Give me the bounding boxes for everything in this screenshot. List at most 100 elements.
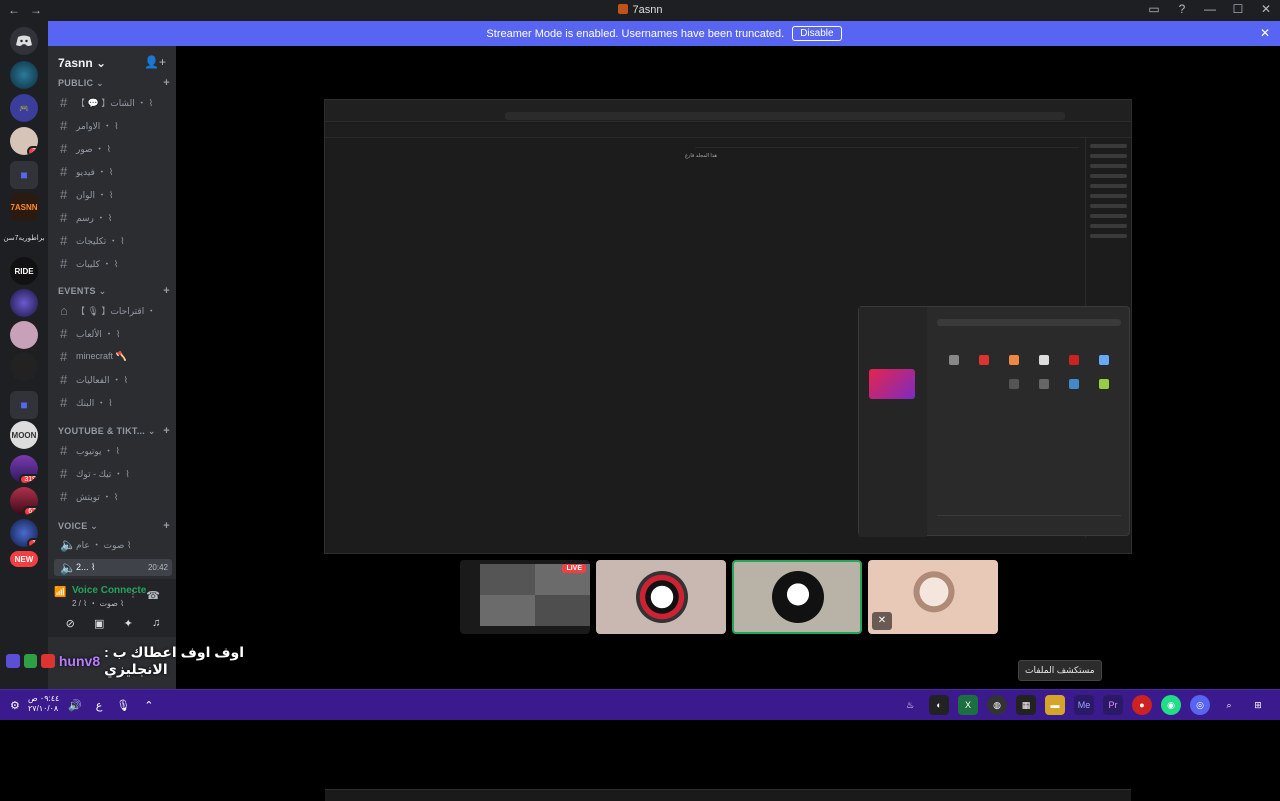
server-icon[interactable] (10, 289, 38, 317)
camera-off-icon[interactable]: ⊘ (66, 617, 75, 630)
new-badge[interactable]: NEW (10, 551, 38, 567)
help-icon[interactable]: ? (1174, 2, 1190, 16)
steam-icon[interactable]: ♨ (900, 695, 920, 715)
app-icon (1099, 355, 1109, 365)
discord-home-icon[interactable] (10, 27, 38, 55)
folder-icon[interactable]: ■ (10, 391, 38, 419)
speaker-icon: 🔈 (60, 559, 77, 575)
plus-icon[interactable]: + (163, 285, 170, 297)
channel-item[interactable]: # الاوامر ・ ⌇ (60, 117, 172, 134)
app-icon (949, 355, 959, 365)
maximize-button[interactable]: ☐ (1230, 2, 1246, 16)
category-public[interactable]: PUBLIC ⌄ + (58, 77, 170, 89)
premiere-icon[interactable]: Pr (1103, 695, 1123, 715)
title-bar: ← → 7asnn ▭ ? — ☐ ✕ (0, 0, 1280, 21)
channel-item[interactable]: # كليبات ・ ⌇ (60, 255, 172, 272)
folder-icon[interactable]: ■ (10, 161, 38, 189)
add-member-icon[interactable]: 👤+ (144, 55, 166, 69)
excel-icon[interactable]: X (958, 695, 978, 715)
activities-icon[interactable]: ✦ (124, 617, 133, 630)
streamer-mode-banner: Streamer Mode is enabled. Usernames have… (48, 21, 1280, 46)
category-youtube[interactable]: YOUTUBE & TIKT... ⌄ + (58, 425, 170, 437)
channel-item[interactable]: # رسم ・ ⌇ (60, 209, 172, 226)
channel-item[interactable]: # تيك - توك ・ ⌇ (60, 465, 172, 482)
category-voice[interactable]: VOICE ⌄ + (58, 520, 170, 532)
tray-icons: 🔊 ع 🎙 ⌃ (68, 699, 153, 712)
close-icon[interactable]: ✕ (1260, 26, 1270, 40)
voice-channel-item[interactable]: 🔈 صوت ・ عام ⌇ (60, 536, 172, 553)
chevron-up-icon[interactable]: ⌃ (144, 699, 153, 712)
channel-item[interactable]: # الفعاليات ・ ⌇ (60, 371, 172, 388)
channel-item[interactable]: # minecraft 🪓 (60, 348, 172, 365)
participant-tile[interactable] (596, 560, 726, 634)
server-name[interactable]: 7asnn ⌄ (58, 56, 106, 70)
minimize-button[interactable]: — (1202, 2, 1218, 16)
hash-icon: # (60, 489, 68, 504)
settings-icon[interactable]: ⚙ (10, 699, 20, 712)
soundboard-icon[interactable]: ♫ (152, 617, 160, 630)
hash-icon: # (60, 349, 68, 364)
server-icon[interactable]: 319 (10, 455, 38, 483)
server-icon[interactable]: 3 (10, 127, 38, 155)
stream-tile[interactable]: LIVE (460, 560, 590, 634)
voice-channel-item-active[interactable]: 🔈 2... ⌇ 20:42 (54, 559, 172, 576)
plus-icon[interactable]: + (163, 520, 170, 532)
category-events[interactable]: EVENTS ⌄ + (58, 285, 170, 297)
screen-share-icon[interactable]: ▣ (94, 617, 104, 630)
channel-item[interactable]: # تكليجات ・ ⌇ (60, 232, 172, 249)
app-icon (1039, 379, 1049, 389)
channel-item[interactable]: # البنك ・ ⌇ (60, 394, 172, 411)
close-button[interactable]: ✕ (1258, 2, 1274, 16)
inbox-icon[interactable]: ▭ (1146, 2, 1162, 16)
server-icon[interactable] (10, 353, 38, 381)
windows-taskbar: ⚙ ٠٩:٤٤ ص ٢٧/١٠/٠٨ 🔊 ع 🎙 ⌃ ♨ ◐ X ◍ ▦ ▬ M… (0, 689, 1280, 720)
app-icon[interactable]: ◍ (987, 695, 1007, 715)
noise-suppression-icon[interactable]: ⫶ (132, 589, 135, 602)
server-icon[interactable] (10, 321, 38, 349)
shared-taskbar (325, 789, 1131, 801)
file-explorer-icon[interactable]: ▬ (1045, 695, 1065, 715)
server-icon[interactable]: MOON (10, 421, 38, 449)
discord-icon[interactable]: ◎ (1190, 695, 1210, 715)
channel-item[interactable]: # تويتش ・ ⌇ (60, 488, 172, 505)
windows-start-icon[interactable]: ⊞ (1248, 695, 1268, 715)
game-app-icon[interactable]: ◐ (929, 695, 949, 715)
chrome-icon[interactable]: ◉ (1161, 695, 1181, 715)
server-icon[interactable] (10, 61, 38, 89)
volume-icon[interactable]: 🔊 (68, 699, 82, 712)
server-icon[interactable]: 62 (10, 487, 38, 515)
media-encoder-icon[interactable]: Me (1074, 695, 1094, 715)
speaker-icon: 🔈 (60, 536, 77, 552)
shared-screen[interactable]: هذا المجلد فارغ (324, 99, 1132, 801)
plus-icon[interactable]: + (163, 77, 170, 89)
disable-button[interactable]: Disable (792, 26, 842, 41)
channel-item[interactable]: # فيديو ・ ⌇ (60, 163, 172, 180)
app-icon[interactable]: ● (1132, 695, 1152, 715)
calculator-icon[interactable]: ▦ (1016, 695, 1036, 715)
voice-duration: 20:42 (147, 563, 168, 572)
server-icon[interactable]: RIDE (10, 257, 38, 285)
search-icon[interactable]: ⌕ (1219, 695, 1239, 715)
server-icon[interactable]: 1 (10, 519, 38, 547)
channel-item[interactable]: # الألعاب ・ ⌇ (60, 325, 172, 342)
channel-item[interactable]: # صور ・ ⌇ (60, 140, 172, 157)
voice-channel-path[interactable]: صوت ・ ⌇ / 2 ⌇ (72, 598, 124, 609)
overlay-message: : اوف اوف اعطاك ب الانجليزي (104, 644, 245, 677)
participant-tile-speaking[interactable] (732, 560, 862, 634)
mic-icon[interactable]: 🎙 (116, 699, 130, 712)
server-caption: براطوريه7سن (3, 235, 45, 242)
plus-icon[interactable]: + (163, 425, 170, 437)
server-icon[interactable]: 7ASNN (10, 193, 38, 221)
channel-item[interactable]: ⌂ 【 🎙 】اقتراحات ・ (60, 302, 172, 319)
server-icon[interactable]: 🎮 (10, 94, 38, 122)
clock[interactable]: ٠٩:٤٤ ص ٢٧/١٠/٠٨ (28, 694, 59, 714)
channel-item[interactable]: # يوتيوب ・ ⌇ (60, 442, 172, 459)
channel-item[interactable]: # الوان ・ ⌇ (60, 186, 172, 203)
participant-tile[interactable]: ✕ (868, 560, 998, 634)
start-search (937, 319, 1121, 326)
language-icon[interactable]: ع (96, 699, 103, 712)
hash-icon: # (60, 233, 68, 248)
disconnect-icon[interactable]: ☎ (146, 589, 160, 602)
channel-item[interactable]: # 【 💬 】الشات ・ ⌇ (60, 94, 172, 111)
hash-icon: # (60, 141, 68, 156)
